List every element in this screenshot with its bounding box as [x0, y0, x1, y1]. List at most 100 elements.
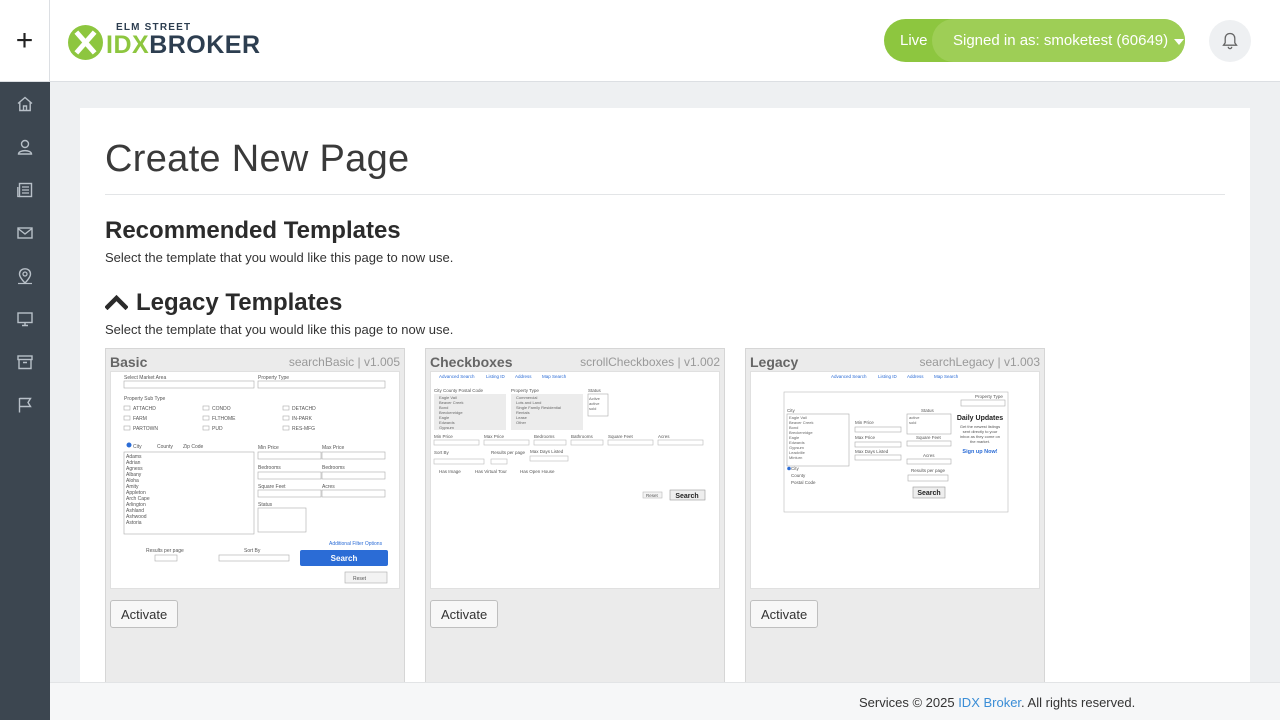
recommended-templates-heading: Recommended Templates [105, 217, 401, 244]
template-preview-checkboxes: Advanced Search Listing ID Address Map Sear… [430, 371, 720, 589]
svg-text:Search: Search [331, 554, 358, 563]
notifications-button[interactable] [1209, 20, 1251, 62]
top-header: + ELM STREET IDXBROKER Live Signed in as… [0, 0, 1280, 82]
add-button[interactable]: + [0, 0, 50, 82]
svg-text:County: County [157, 444, 173, 450]
template-card-basic: Basic searchBasic | v1.005 Select Market… [105, 348, 405, 688]
svg-text:PARTOWN: PARTOWN [133, 426, 158, 432]
svg-text:Astoria: Astoria [126, 520, 142, 526]
sidebar-item-home[interactable] [0, 82, 50, 125]
svg-text:Search: Search [917, 490, 940, 497]
svg-text:the market.: the market. [970, 439, 990, 444]
activate-button[interactable]: Activate [750, 600, 819, 628]
flag-icon [18, 397, 32, 412]
template-version: searchBasic | v1.005 [288, 355, 400, 369]
svg-text:City: City [133, 444, 142, 450]
map-pin-icon [18, 267, 32, 284]
caret-down-icon [1174, 38, 1185, 45]
desktop-icon [17, 311, 33, 326]
sidebar-item-listings[interactable] [0, 254, 50, 297]
svg-text:Max Price: Max Price [484, 434, 505, 439]
svg-text:Min Price: Min Price [434, 434, 453, 439]
svg-text:City County Postal Code: City County Postal Code [434, 388, 484, 393]
svg-text:FARM: FARM [133, 416, 147, 422]
svg-text:Max Price: Max Price [855, 435, 876, 440]
svg-text:Advanced Search: Advanced Search [439, 374, 475, 379]
logo-idx-text: IDX [106, 31, 150, 59]
svg-text:Map Search: Map Search [542, 374, 567, 379]
svg-text:Bedrooms: Bedrooms [322, 465, 345, 471]
bell-icon [1222, 32, 1238, 50]
svg-text:Square Feet: Square Feet [916, 435, 942, 440]
svg-text:Has Open House: Has Open House [520, 469, 555, 474]
sidebar-item-pages[interactable] [0, 168, 50, 211]
svg-text:DETACHD: DETACHD [292, 406, 316, 412]
svg-text:Address: Address [907, 374, 924, 379]
svg-text:sold: sold [589, 406, 596, 411]
footer: Services © 2025 IDX Broker. All rights r… [50, 682, 1280, 720]
page-card: Create New Page Recommended Templates Se… [80, 108, 1250, 708]
svg-text:Additional Filter Options: Additional Filter Options [329, 541, 383, 547]
archive-icon [17, 354, 33, 369]
svg-text:sold: sold [909, 420, 916, 425]
sidebar-item-account[interactable] [0, 125, 50, 168]
svg-text:Sort By: Sort By [434, 450, 450, 455]
svg-text:Property Type: Property Type [975, 394, 1003, 399]
title-divider [105, 194, 1225, 195]
svg-text:Sign up Now!: Sign up Now! [962, 449, 997, 455]
svg-text:Reset: Reset [646, 493, 659, 498]
svg-text:Results per page: Results per page [146, 548, 184, 554]
logo-broker-text: BROKER [149, 31, 261, 59]
template-version: searchLegacy | v1.003 [919, 355, 1040, 369]
template-card-legacy: Legacy searchLegacy | v1.003 Advanced Se… [745, 348, 1045, 688]
sidebar-item-design[interactable] [0, 297, 50, 340]
idx-broker-logo[interactable]: ELM STREET IDXBROKER [68, 22, 302, 60]
page-title: Create New Page [105, 138, 410, 180]
svg-text:Search: Search [675, 493, 698, 500]
template-name: Checkboxes [430, 354, 513, 370]
chevron-up-icon[interactable] [105, 294, 128, 310]
svg-text:FLTHOME: FLTHOME [212, 416, 236, 422]
svg-text:Results per page: Results per page [911, 468, 946, 473]
legacy-templates-title: Legacy Templates [136, 289, 343, 316]
svg-text:Gypsum: Gypsum [439, 425, 455, 430]
mail-icon [17, 226, 33, 239]
svg-text:Minturn: Minturn [789, 455, 802, 460]
legacy-templates-heading: Legacy Templates [105, 289, 342, 317]
svg-text:PUD: PUD [212, 426, 223, 432]
sidebar-item-reports[interactable] [0, 383, 50, 426]
template-name: Basic [110, 354, 148, 370]
sidebar-item-leads[interactable] [0, 211, 50, 254]
user-icon [17, 139, 33, 155]
svg-text:Max Days Listed: Max Days Listed [530, 449, 564, 454]
svg-text:Has Image: Has Image [439, 469, 461, 474]
svg-text:Square Feet: Square Feet [258, 484, 286, 490]
logo-wordmark: IDXBROKER [106, 33, 261, 58]
legacy-templates-description: Select the template that you would like … [105, 322, 454, 337]
recommended-templates-description: Select the template that you would like … [105, 250, 454, 265]
template-preview-basic: Select Market Area Property Type Property… [110, 371, 400, 589]
footer-idx-broker-link[interactable]: IDX Broker [958, 695, 1021, 710]
template-version: scrollCheckboxes | v1.002 [580, 355, 720, 369]
svg-text:Property Type: Property Type [511, 388, 539, 393]
svg-text:Map Search: Map Search [934, 374, 959, 379]
sidebar-item-archive[interactable] [0, 340, 50, 383]
svg-text:County: County [791, 473, 806, 478]
svg-text:Max Days Listed: Max Days Listed [855, 449, 889, 454]
logo-x-icon [68, 25, 103, 60]
account-menu-button[interactable]: Signed in as: smoketest (60649) [932, 19, 1185, 62]
activate-button[interactable]: Activate [430, 600, 499, 628]
svg-text:Acres: Acres [923, 453, 935, 458]
svg-text:Max Price: Max Price [322, 445, 344, 451]
template-name: Legacy [750, 354, 799, 370]
svg-text:Reset: Reset [353, 576, 367, 582]
svg-text:IN-PARK: IN-PARK [292, 416, 313, 422]
svg-text:Other: Other [516, 420, 527, 425]
footer-copyright: Services © 2025 IDX Broker. All rights r… [859, 695, 1135, 710]
svg-text:Bedrooms: Bedrooms [534, 434, 555, 439]
activate-button[interactable]: Activate [110, 600, 179, 628]
sidebar [0, 82, 50, 720]
svg-text:Square Feet: Square Feet [608, 434, 634, 439]
svg-text:Min Price: Min Price [855, 420, 874, 425]
svg-text:Status: Status [921, 408, 935, 413]
